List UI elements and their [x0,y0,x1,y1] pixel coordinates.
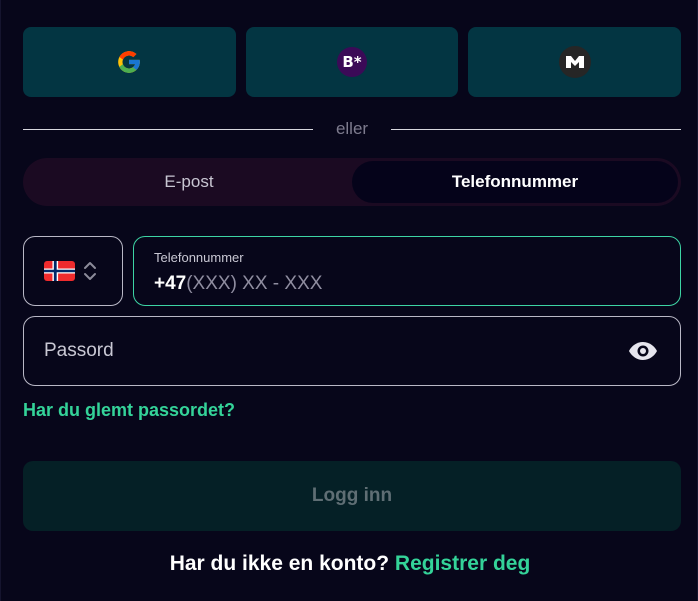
bplus-login-button[interactable]: B* [245,27,459,97]
m-login-button[interactable] [468,27,682,97]
updown-chevron-icon [84,262,96,280]
tab-phone[interactable]: Telefonnummer [352,161,678,203]
forgot-password-link[interactable]: Har du glemt passordet? [23,400,235,421]
m-logo-icon [558,46,591,78]
divider-line-right [391,128,681,130]
divider-text: eller [335,119,369,138]
phone-prefix: +47 [154,273,187,294]
tab-email[interactable]: E-post [26,161,352,203]
phone-field-value: +47 (XXX) XX - XXX [154,273,680,295]
phone-placeholder: (XXX) XX - XXX [186,273,323,294]
google-login-button[interactable] [23,27,236,97]
eye-icon[interactable] [628,340,658,362]
country-code-select[interactable] [23,236,123,306]
password-input[interactable]: Passord [23,316,681,386]
login-button[interactable]: Logg inn [23,461,681,531]
google-icon [118,51,141,73]
password-placeholder: Passord [44,340,114,361]
norway-flag-icon [44,261,75,281]
register-question: Har du ikke en konto? [169,552,395,575]
or-divider: eller [23,118,681,140]
register-link[interactable]: Registrer deg [395,552,530,575]
login-panel: B* eller E-post Telefonnummer Telefonnum… [0,0,698,601]
social-login-row: B* [23,27,682,97]
login-method-tabs: E-post Telefonnummer [23,158,681,206]
divider-line-left [23,128,313,130]
bplus-icon: B* [337,47,367,77]
register-row: Har du ikke en konto? Registrer deg [1,552,698,576]
phone-field-label: Telefonnummer [154,250,244,265]
phone-number-input[interactable]: Telefonnummer +47 (XXX) XX - XXX [133,236,681,306]
